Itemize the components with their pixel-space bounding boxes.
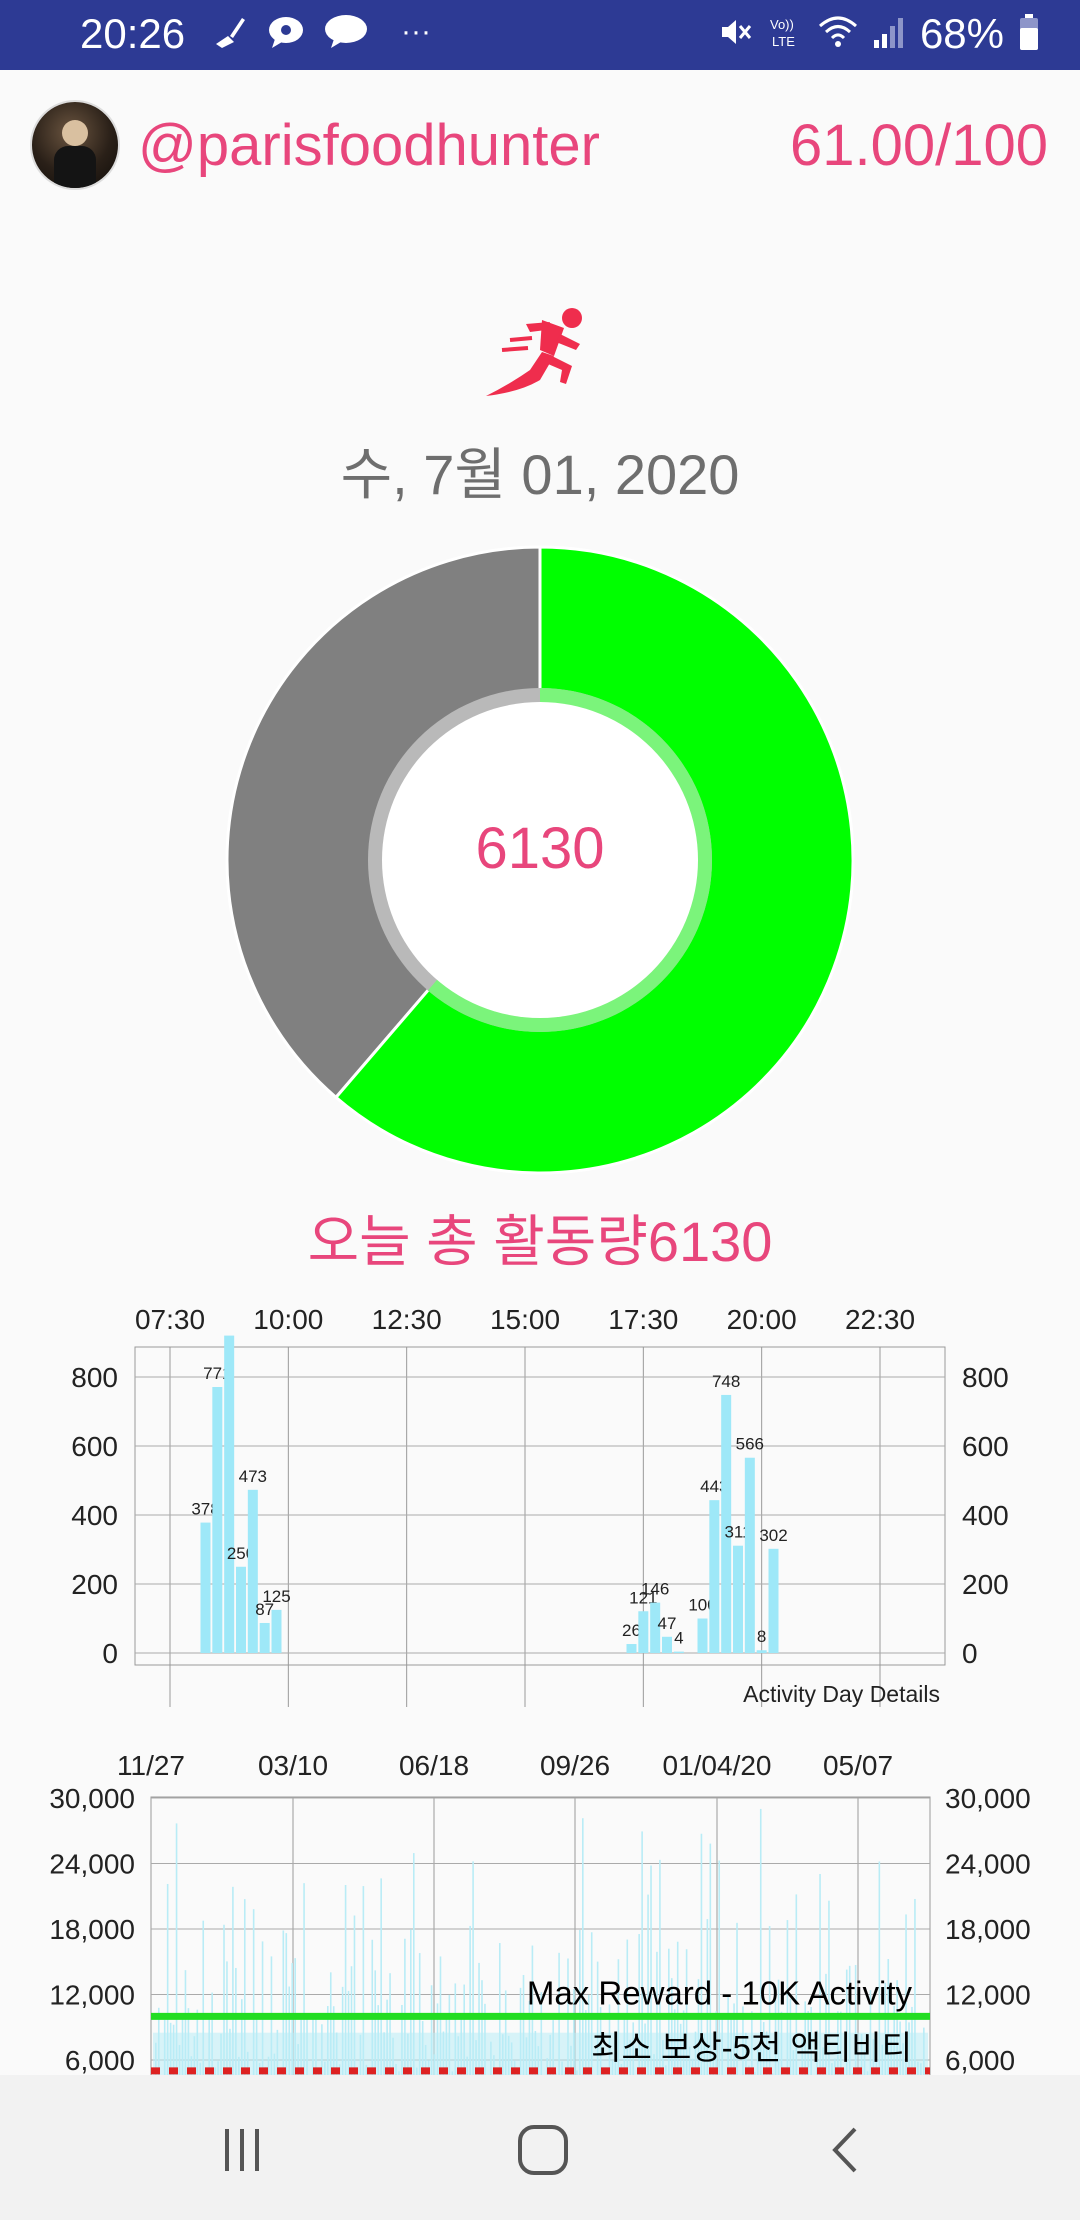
status-bar: 20:26 ··· Vo)) LTE 68% [0,0,1080,70]
mute-icon [718,14,754,55]
svg-text:LTE: LTE [772,34,795,49]
y-tick-label-left: 200 [71,1569,118,1600]
username[interactable]: @parisfoodhunter [138,112,600,179]
sweep-icon [210,12,250,52]
chat-bubble-icon [266,12,306,52]
y-tick-label-left: 800 [71,1362,118,1393]
svg-text:Vo)): Vo)) [770,17,794,32]
chart-bar [224,1335,235,1653]
chart-bar [200,1522,211,1653]
y-tick-label-right: 800 [962,1362,1009,1393]
activity-total-title: 오늘 총 활동량6130 [307,1210,773,1273]
chart-bar [236,1566,246,1653]
chart-annotation: Activity Day Details [743,1681,940,1707]
chart-bar [673,1651,684,1653]
chart-bar [756,1650,767,1653]
runner-icon [486,308,582,396]
data-label: 566 [736,1435,764,1454]
max-reward-label: Max Reward - 10K Activity [527,1974,913,2011]
data-label: 473 [239,1467,267,1486]
data-label: 8 [757,1627,766,1646]
volte-icon: Vo)) LTE [768,14,804,55]
y-tick-label-left: 18,000 [49,1914,135,1945]
avatar[interactable] [30,100,120,190]
y-tick-label-right: 18,000 [945,1914,1031,1945]
avatar-body [54,146,96,188]
data-label: 302 [759,1526,787,1545]
chart-bar [259,1622,270,1653]
chart-bar [271,1609,282,1653]
y-tick-label-left: 0 [102,1638,118,1669]
x-tick-label: 06/18 [399,1750,469,1781]
x-tick-label: 22:30 [845,1304,915,1335]
y-tick-label-left: 30,000 [49,1783,135,1814]
x-tick-label: 05/07 [823,1750,893,1781]
x-tick-label: 07:30 [135,1304,205,1335]
recent-apps-icon [225,2129,259,2171]
home-button[interactable] [503,2115,583,2185]
activity-day-chart[interactable]: 07:30 10:00 12:30 15:00 17:30 20:00 22:30 0 0 200… [0,1290,1080,1710]
chart-bar [638,1611,649,1653]
x-tick-label: 11/27 [117,1750,185,1781]
battery-percent: 68% [919,10,1004,57]
y-tick-label-left: 6,000 [65,2045,135,2075]
wifi-icon [818,14,858,55]
avatar-head [62,120,88,146]
signal-icon [872,14,906,55]
navigation-bar [0,2075,1080,2220]
battery-icon [1018,13,1040,56]
more-dots-icon: ··· [401,15,431,48]
chart-bar [697,1618,708,1653]
y-tick-label-left: 12,000 [49,1980,135,2011]
chart-bar [768,1548,779,1653]
data-label: 748 [712,1372,740,1391]
chart-bar [744,1457,755,1653]
activity-history-chart[interactable]: 11/27 03/10 06/18 09/26 01/04/20 05/07 6,000 6,… [0,1745,1080,2075]
y-tick-label-left: 24,000 [49,1849,135,1880]
chart-bar [662,1636,672,1653]
y-tick-label-left: 600 [71,1431,118,1462]
chart-bar [626,1644,637,1653]
x-tick-label: 03/10 [258,1750,328,1781]
data-label: 146 [641,1580,669,1599]
y-tick-label-right: 6,000 [945,2045,1015,2075]
x-tick-label: 01/04/20 [663,1750,772,1781]
score-value: 61.00/100 [789,113,1048,178]
system-icons: Vo)) LTE 68% [718,10,1040,58]
y-tick-label-right: 600 [962,1431,1009,1462]
chart-bar [212,1387,223,1653]
y-tick-label-left: 400 [71,1500,118,1531]
x-tick-label: 17:30 [608,1304,678,1335]
talk-icon [322,12,370,52]
back-icon [832,2127,857,2173]
min-reward-label: 최소 보상-5천 액티비티 [591,2029,912,2066]
y-tick-label-right: 24,000 [945,1849,1031,1880]
back-button[interactable] [806,2115,886,2185]
chart-bar [733,1545,743,1653]
date-label: 수, 7월 01, 2020 [340,443,740,506]
recent-apps-button[interactable] [202,2115,282,2185]
data-label: 4 [674,1629,683,1648]
data-label: 26 [622,1621,641,1640]
x-tick-label: 15:00 [490,1304,560,1335]
y-tick-label-right: 0 [962,1638,978,1669]
chart-bar [247,1489,258,1653]
data-label: 125 [262,1587,290,1606]
x-tick-label: 09/26 [540,1750,610,1781]
y-tick-label-right: 200 [962,1569,1009,1600]
y-tick-label-right: 400 [962,1500,1009,1531]
notification-icons: ··· [210,12,436,52]
x-tick-label: 12:30 [372,1304,442,1335]
status-time: 20:26 [80,10,186,57]
home-icon [518,2125,568,2175]
x-tick-label: 20:00 [727,1304,797,1335]
x-tick-label: 10:00 [253,1304,323,1335]
donut-center-value: 6130 [475,816,605,881]
chart-bar [709,1500,720,1653]
y-tick-label-right: 30,000 [945,1783,1031,1814]
y-tick-label-right: 12,000 [945,1980,1031,2011]
